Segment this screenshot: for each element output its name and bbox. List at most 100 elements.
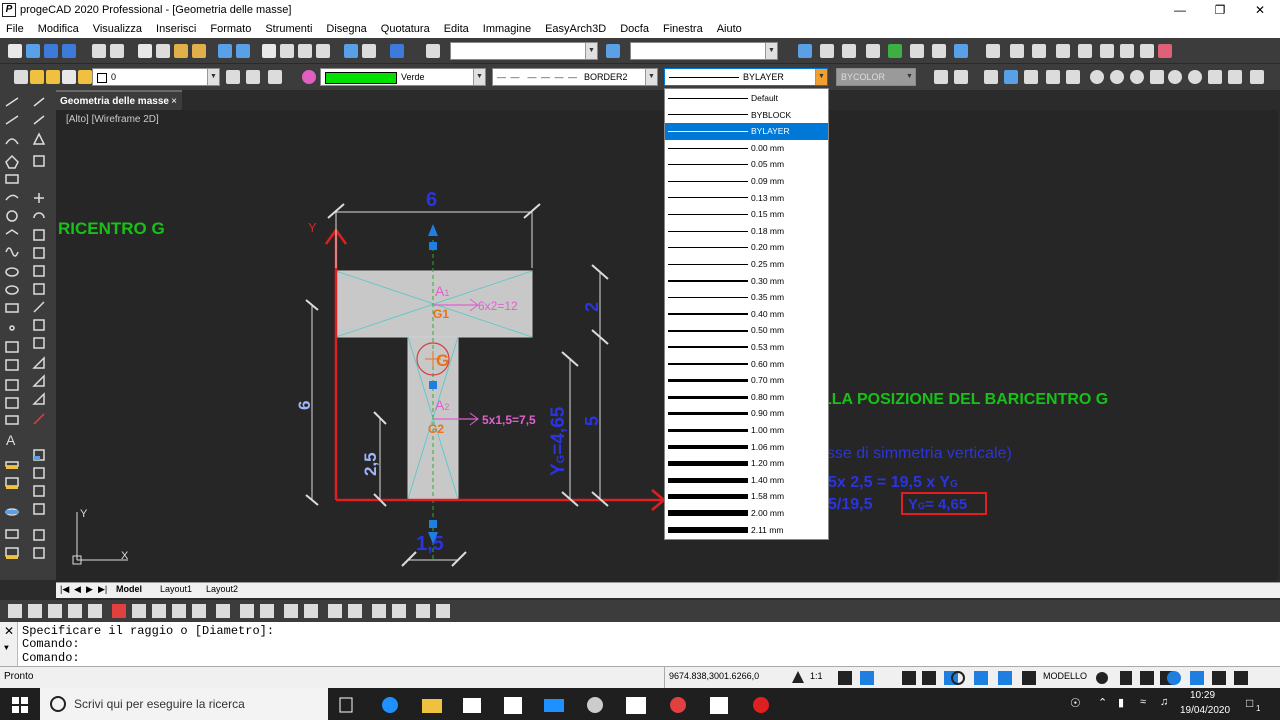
save-icon[interactable] <box>44 44 58 58</box>
lineweight-option[interactable]: 0.20 mm <box>665 239 828 256</box>
find-icon[interactable] <box>426 44 440 58</box>
taskbar-search-box[interactable]: Scrivi qui per eseguire la ricerca <box>40 688 328 720</box>
menu-disegna[interactable]: Disegna <box>326 23 366 35</box>
tray-chevron-icon[interactable]: ⌃ <box>1098 696 1107 709</box>
menu-strumenti[interactable]: Strumenti <box>265 23 312 35</box>
distance-icon[interactable] <box>1100 44 1114 58</box>
minimize-button[interactable]: — <box>1160 0 1200 20</box>
menu-finestra[interactable]: Finestra <box>663 23 703 35</box>
menu-visualizza[interactable]: Visualizza <box>93 23 142 35</box>
view-3d-icon[interactable] <box>1150 70 1164 84</box>
lineweight-dropdown[interactable]: Default BYBLOCK BYLAYER 0.00 mm 0.05 mm 0.09 … <box>664 88 829 540</box>
ucs-object-icon[interactable] <box>842 44 856 58</box>
next-layout-button[interactable]: ▶ <box>86 584 93 595</box>
lineweight-option[interactable]: 0.80 mm <box>665 389 828 406</box>
lineweight-combo[interactable]: BYLAYER ▼ <box>664 68 828 86</box>
clock-date[interactable]: 19/04/2020 <box>1180 705 1230 716</box>
lineweight-option[interactable]: 1.40 mm <box>665 472 828 489</box>
close-tab-icon[interactable]: × <box>171 92 177 112</box>
menu-inserisci[interactable]: Inserisci <box>156 23 196 35</box>
lineweight-option[interactable]: 0.15 mm <box>665 206 828 223</box>
draw-order-icon[interactable] <box>934 70 948 84</box>
properties-icon[interactable] <box>344 44 358 58</box>
command-panel-handle[interactable]: ✕ ▼ <box>0 622 18 666</box>
tab-layout2[interactable]: Layout2 <box>206 584 238 594</box>
battery-icon[interactable]: ▮ <box>1118 696 1124 709</box>
maximize-button[interactable]: ❐ <box>1200 0 1240 20</box>
copy-icon[interactable] <box>156 44 170 58</box>
print-icon[interactable] <box>92 44 106 58</box>
menu-file[interactable]: File <box>6 23 24 35</box>
command-menu-icon[interactable]: ▼ <box>4 644 9 653</box>
ucs-combo[interactable]: ▼ <box>630 42 778 60</box>
layer-icon[interactable] <box>888 44 902 58</box>
lineweight-option[interactable]: 0.30 mm <box>665 273 828 290</box>
layer-previous-icon[interactable] <box>910 44 924 58</box>
ucs-world-icon[interactable] <box>820 44 834 58</box>
lineweight-option[interactable]: 0.40 mm <box>665 306 828 323</box>
open-file-icon[interactable] <box>26 44 40 58</box>
first-layout-button[interactable]: |◀ <box>60 584 69 595</box>
tab-model[interactable]: Model <box>116 584 142 594</box>
menu-docfa[interactable]: Docfa <box>620 23 649 35</box>
lineweight-option[interactable]: 0.60 mm <box>665 356 828 373</box>
id-point-icon[interactable] <box>1140 44 1154 58</box>
menu-edita[interactable]: Edita <box>444 23 469 35</box>
menu-easyarch3d[interactable]: EasyArch3D <box>545 23 606 35</box>
wipeout-icon[interactable] <box>1066 70 1080 84</box>
lineweight-option[interactable]: 0.00 mm <box>665 140 828 157</box>
model-space-button[interactable]: MODELLO <box>1043 671 1087 681</box>
hide-icon[interactable] <box>1130 70 1144 84</box>
lineweight-option[interactable]: 0.18 mm <box>665 223 828 240</box>
scale-readout[interactable]: 1:1 <box>810 671 823 681</box>
hatch-icon[interactable] <box>1004 70 1018 84</box>
xref-icon[interactable] <box>1032 44 1046 58</box>
lineweight-option[interactable]: 0.70 mm <box>665 372 828 389</box>
pan-icon[interactable] <box>262 44 276 58</box>
undo-icon[interactable] <box>218 44 232 58</box>
cut-icon[interactable] <box>138 44 152 58</box>
close-command-icon[interactable]: ✕ <box>4 624 14 638</box>
layer-lock-icon[interactable] <box>78 70 92 84</box>
lineweight-option[interactable]: 1.06 mm <box>665 439 828 456</box>
help-icon[interactable] <box>390 44 404 58</box>
dim-style-icon[interactable] <box>954 44 968 58</box>
people-icon[interactable]: ☉ <box>1070 696 1081 710</box>
color-combo[interactable]: Verde ▼ <box>320 68 486 86</box>
prev-layout-button[interactable]: ◀ <box>74 584 81 595</box>
render-icon[interactable] <box>1090 70 1104 84</box>
named-views-combo[interactable]: ▼ <box>450 42 598 60</box>
single-viewport-icon[interactable] <box>1208 70 1222 84</box>
bring-front-icon[interactable] <box>954 70 968 84</box>
calculator-icon[interactable] <box>1056 44 1070 58</box>
layer-states-icon[interactable] <box>268 70 282 84</box>
color-wheel-icon[interactable] <box>302 70 316 84</box>
notification-icon[interactable]: □ <box>1246 696 1253 710</box>
lineweight-option[interactable]: 0.53 mm <box>665 339 828 356</box>
wifi-icon[interactable]: ≈ <box>1140 696 1146 708</box>
layer-unlock-icon[interactable] <box>62 70 76 84</box>
shade-icon[interactable] <box>1110 70 1124 84</box>
tab-layout1[interactable]: Layout1 <box>160 584 192 594</box>
lineweight-option[interactable]: 2.00 mm <box>665 505 828 522</box>
lineweight-option[interactable]: 0.50 mm <box>665 322 828 339</box>
insert-block-icon[interactable] <box>1010 44 1024 58</box>
viewport-icon[interactable] <box>984 70 998 84</box>
viewport-label[interactable]: [Alto] [Wireframe 2D] <box>66 114 159 125</box>
make-layer-current-icon[interactable] <box>226 70 240 84</box>
lineweight-option[interactable]: 0.05 mm <box>665 156 828 173</box>
four-viewports-icon[interactable] <box>1250 70 1264 84</box>
clock-time[interactable]: 10:29 <box>1190 690 1215 701</box>
command-line-panel[interactable]: ✕ ▼ Specificare il raggio o [Diametro]: C… <box>0 622 1280 666</box>
menu-immagine[interactable]: Immagine <box>483 23 531 35</box>
ucs-icon[interactable] <box>798 44 812 58</box>
ucs-face-icon[interactable] <box>866 44 880 58</box>
lineweight-option[interactable]: Default <box>665 90 828 107</box>
doc-tab-geometria[interactable]: Geometria delle masse × <box>56 90 182 110</box>
lineweight-option[interactable]: BYLAYER <box>665 123 828 140</box>
lineweight-option[interactable]: 0.09 mm <box>665 173 828 190</box>
menu-formato[interactable]: Formato <box>210 23 251 35</box>
menu-quotatura[interactable]: Quotatura <box>381 23 430 35</box>
layer-on-icon[interactable] <box>30 70 44 84</box>
area-icon[interactable] <box>1120 44 1134 58</box>
